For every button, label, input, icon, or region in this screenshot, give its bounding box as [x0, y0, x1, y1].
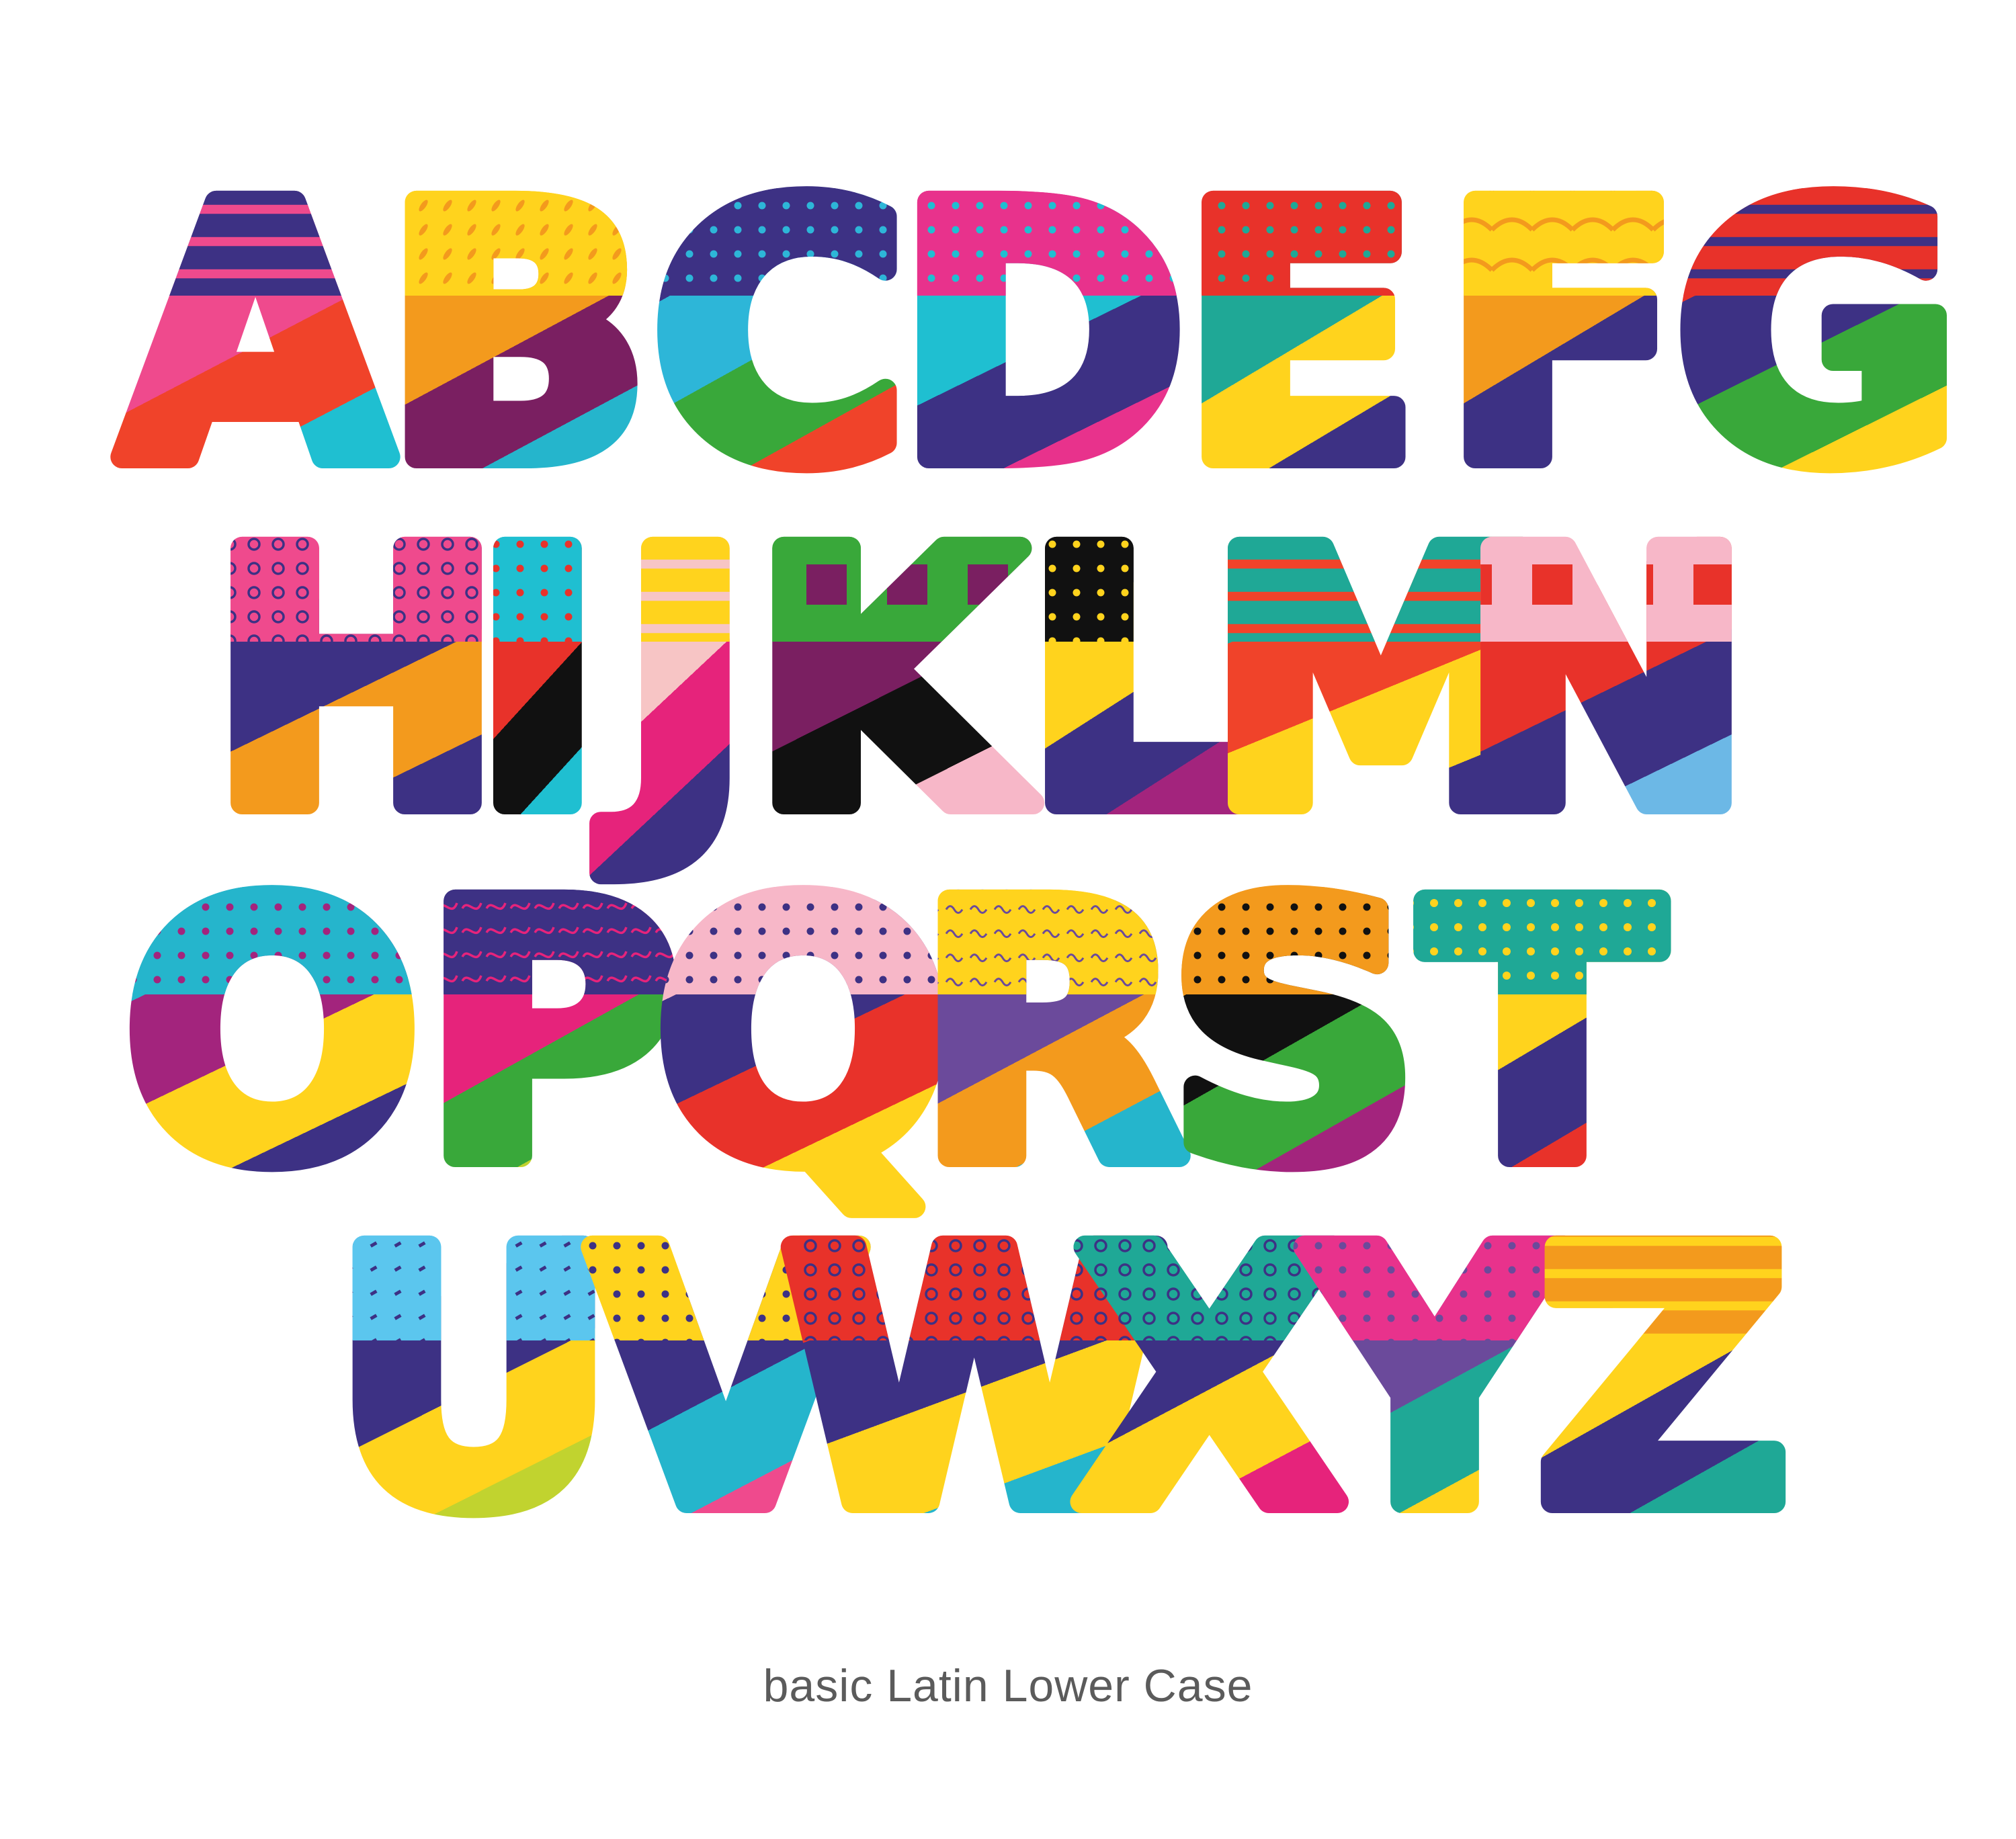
letter-j: JJ [587, 467, 762, 897]
letter-k: KK [741, 467, 1048, 897]
letter-y: YY [1292, 1166, 1577, 1596]
caption-text: basic Latin Lower Case [763, 1660, 1253, 1711]
alphabet-artwork: AABB CCDDEE FFGGHHII JJ KK LLMMNNOO PPQQRRSS TT… [109, 121, 1973, 1596]
letter-z: ZZ [1525, 1166, 1801, 1596]
letter-i: II [461, 467, 614, 897]
letter-u: UU [321, 1166, 627, 1596]
letter-n: NN [1448, 467, 1763, 897]
letter-h: HH [198, 467, 513, 897]
letter-x: XX [1064, 1166, 1356, 1596]
